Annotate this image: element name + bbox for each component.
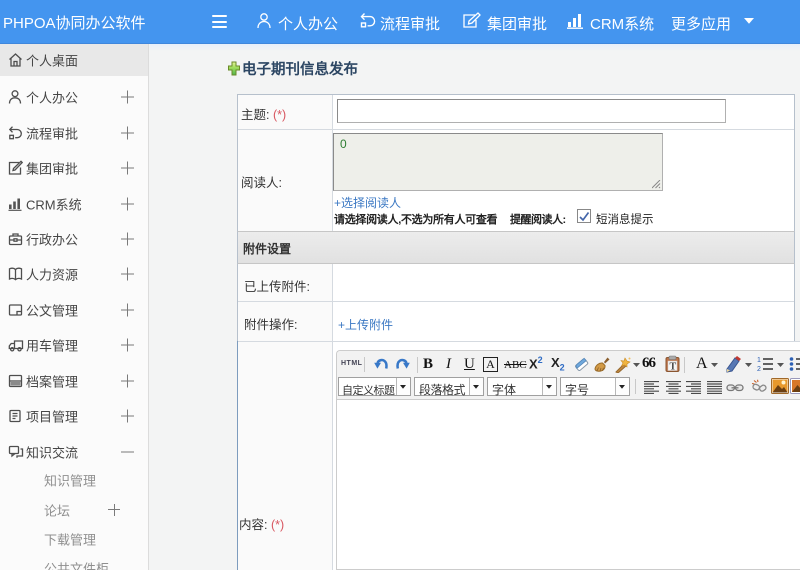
svg-text:1: 1 <box>757 357 761 364</box>
svg-text:T: T <box>670 362 677 373</box>
svg-text:2: 2 <box>757 366 761 372</box>
